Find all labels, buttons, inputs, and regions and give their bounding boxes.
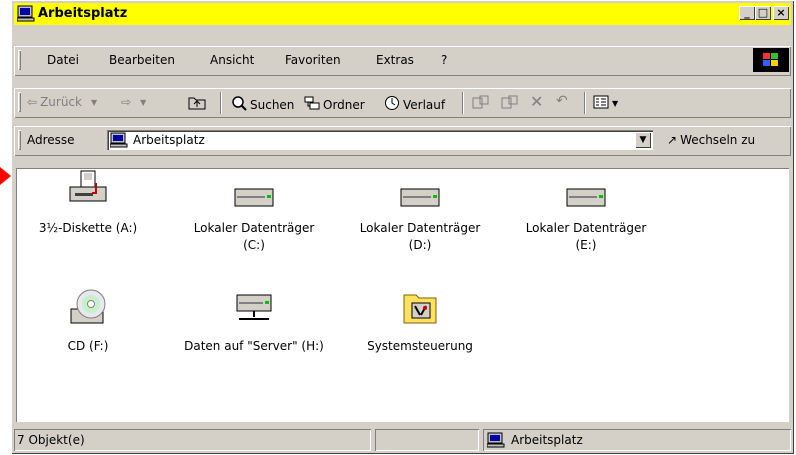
search-label: Suchen — [250, 97, 295, 112]
hard-drive-icon — [233, 187, 275, 214]
hard-drive-icon — [565, 187, 607, 214]
menu-extras[interactable]: Extras — [376, 53, 414, 67]
search-button[interactable]: Suchen — [231, 95, 294, 114]
folders-label: Ordner — [323, 97, 365, 112]
window-title: Arbeitsplatz — [38, 6, 128, 21]
forward-button[interactable]: ⇨ ▼ — [121, 95, 146, 109]
control-panel-icon — [400, 287, 440, 332]
views-dropdown-icon: ▼ — [612, 99, 619, 108]
history-icon — [384, 95, 400, 114]
content-pane[interactable]: 3½-Diskette (A:) Lokaler Datenträger (C:… — [16, 168, 789, 422]
menu-grip[interactable] — [18, 50, 21, 70]
menu-favoriten[interactable]: Favoriten — [285, 53, 341, 67]
computer-icon — [486, 432, 505, 455]
drive-label: 3½-Diskette (A:) — [38, 221, 138, 235]
back-button[interactable]: ⇦ Zurück ▼ — [27, 95, 97, 109]
pointer-arrow — [0, 167, 11, 185]
delete-button[interactable]: ✕ — [530, 92, 543, 111]
menu-help[interactable]: ? — [441, 53, 447, 67]
title-bar[interactable]: Arbeitsplatz _ □ × — [14, 3, 791, 25]
status-count: 7 Objekt(e) — [17, 433, 85, 447]
status-count-pane: 7 Objekt(e) — [14, 429, 371, 451]
drive-item-d[interactable]: Lokaler Datenträger (D:) — [350, 174, 490, 254]
move-to-icon — [472, 95, 490, 114]
go-button[interactable]: ↗ Wechseln zu — [667, 133, 755, 147]
menu-datei[interactable]: Datei — [47, 53, 79, 67]
address-label: Adresse — [27, 133, 75, 147]
minimize-button[interactable]: _ — [739, 6, 755, 20]
drive-label: Daten auf "Server" (H:) — [184, 339, 324, 353]
item-label: Systemsteuerung — [367, 339, 473, 353]
address-grip[interactable] — [18, 130, 21, 150]
status-location: Arbeitsplatz — [511, 433, 583, 447]
up-button[interactable] — [188, 95, 206, 113]
history-button[interactable]: Verlauf — [384, 95, 445, 114]
views-button[interactable]: ▼ — [593, 95, 618, 112]
control-panel-item[interactable]: Systemsteuerung — [350, 292, 490, 355]
computer-icon — [109, 132, 128, 151]
go-label: Wechseln zu — [680, 133, 756, 147]
status-zone-pane: Arbeitsplatz — [483, 429, 791, 451]
close-button[interactable]: × — [773, 6, 789, 20]
drive-label: Lokaler Datenträger (D:) — [359, 221, 481, 252]
windows-logo-icon — [753, 48, 789, 72]
address-dropdown-button[interactable]: ▼ — [635, 132, 651, 148]
back-arrow-icon: ⇦ — [27, 95, 38, 109]
drive-item-e[interactable]: Lokaler Datenträger (E:) — [516, 174, 656, 254]
status-empty-pane — [375, 429, 479, 451]
hard-drive-icon — [399, 187, 441, 214]
forward-dropdown-icon: ▼ — [140, 97, 147, 107]
computer-icon — [16, 5, 35, 25]
delete-x-icon: ✕ — [530, 92, 544, 111]
floppy-drive-icon — [67, 169, 109, 214]
toolbar-separator — [462, 92, 464, 114]
toolbar-grip[interactable] — [18, 92, 21, 112]
undo-icon: ↶ — [556, 93, 568, 109]
drive-item-a[interactable]: 3½-Diskette (A:) — [18, 170, 158, 237]
address-value: Arbeitsplatz — [133, 133, 205, 147]
menu-bearbeiten[interactable]: Bearbeiten — [109, 53, 175, 67]
toolbar-separator — [220, 92, 222, 114]
views-icon — [593, 95, 609, 112]
menu-bar: Datei Bearbeiten Ansicht Favoriten Extra… — [14, 46, 791, 76]
address-input[interactable]: Arbeitsplatz ▼ — [107, 130, 653, 150]
go-arrow-icon: ↗ — [667, 133, 678, 147]
network-drive-icon — [233, 287, 275, 332]
menu-ansicht[interactable]: Ansicht — [210, 53, 254, 67]
drive-label: Lokaler Datenträger (C:) — [193, 221, 315, 252]
back-label: Zurück — [40, 95, 82, 109]
drive-label: Lokaler Datenträger (E:) — [525, 221, 647, 252]
standard-toolbar: ⇦ Zurück ▼ ⇨ ▼ Suchen Ordner Verlauf ✕ ↶… — [14, 88, 791, 118]
drive-label: CD (F:) — [67, 339, 109, 353]
undo-button[interactable]: ↶ — [556, 93, 568, 109]
maximize-button[interactable]: □ — [755, 6, 771, 20]
forward-arrow-icon: ⇨ — [121, 95, 132, 109]
drive-item-c[interactable]: Lokaler Datenträger (C:) — [184, 174, 324, 254]
folders-button[interactable]: Ordner — [304, 95, 365, 114]
status-bar: 7 Objekt(e) Arbeitsplatz — [14, 427, 791, 451]
cd-drive-icon — [67, 287, 109, 332]
drive-item-h[interactable]: Daten auf "Server" (H:) — [184, 292, 324, 355]
folder-up-icon — [188, 95, 206, 113]
drive-item-f[interactable]: CD (F:) — [18, 289, 158, 355]
search-icon — [231, 95, 247, 114]
address-bar: Adresse Arbeitsplatz ▼ ↗ Wechseln zu — [14, 126, 791, 156]
move-to-button[interactable] — [472, 95, 490, 114]
copy-to-button[interactable] — [501, 95, 519, 114]
toolbar-separator — [584, 92, 586, 114]
copy-to-icon — [501, 95, 519, 114]
history-label: Verlauf — [403, 97, 446, 112]
back-dropdown-icon: ▼ — [90, 97, 98, 107]
explorer-window: Arbeitsplatz _ □ × Datei Bearbeiten Ansi… — [11, 0, 794, 454]
folders-icon — [304, 95, 320, 114]
